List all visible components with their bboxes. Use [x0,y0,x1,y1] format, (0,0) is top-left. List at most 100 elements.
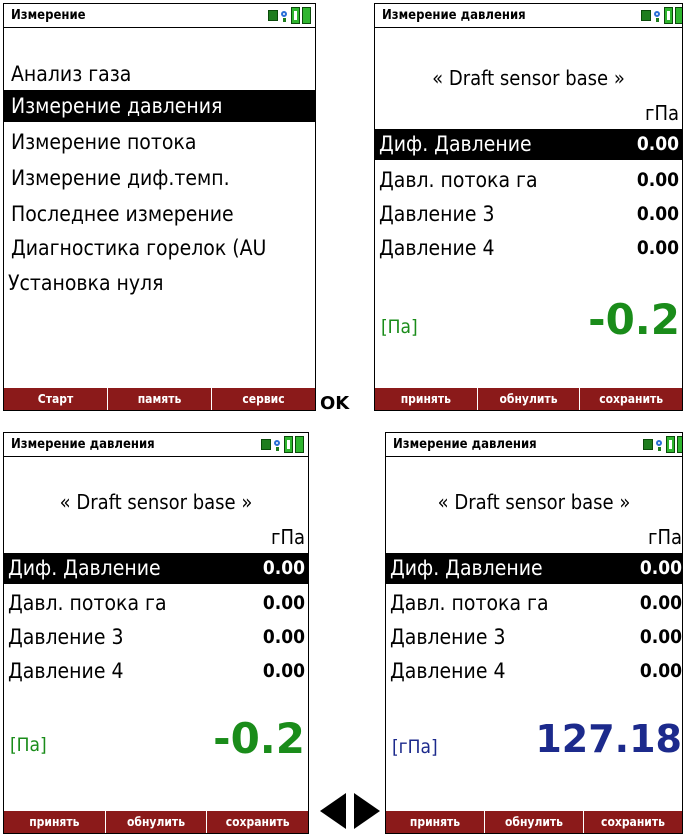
row-pressure-3[interactable]: Давление 3 0.00 [386,622,682,653]
menu-item-pressure[interactable]: Измерение давления [4,90,315,122]
screen-pressure-3: Измерение давления « Draft sensor base »… [385,432,683,834]
battery-icon [675,7,682,24]
battery-icon [284,436,293,453]
screen-title: Измерение давления [382,8,526,23]
row-pressure-4[interactable]: Давление 4 0.00 [375,233,682,264]
row-label: Давление 3 [8,625,124,649]
menu-item-gas-analysis[interactable]: Анализ газа [4,58,315,90]
row-label: Диф. Давление [8,556,161,580]
status-icons [261,436,304,453]
status-square-icon [268,10,278,21]
row-value: 0.00 [636,237,679,259]
row-value: 0.00 [262,660,305,682]
row-label: Давление 3 [390,625,506,649]
row-label: Диф. Давление [379,132,532,156]
menu-item-burner-diagnostics[interactable]: Диагностика горелок (AU [4,232,315,264]
menu-item-last-measurement[interactable]: Последнее измерение [4,198,315,230]
wifi-icon [280,9,289,23]
softkey-zero[interactable]: обнулить [476,388,580,410]
row-diff-pressure[interactable]: Диф. Давление 0.00 [386,553,682,584]
row-label: Диф. Давление [390,556,543,580]
ok-label: OK [320,393,350,414]
battery-icon [302,7,311,24]
softkey-save[interactable]: сохранить [583,811,682,833]
softkey-accept[interactable]: принять [4,811,105,833]
row-label: Давление 4 [390,659,506,683]
row-diff-pressure[interactable]: Диф. Давление 0.00 [4,553,308,584]
softkey-bar: принять обнулить сохранить [4,811,308,833]
title-bar: Измерение давления [375,4,682,28]
row-label: Давл. потока га [8,591,167,615]
navigation-arrows [320,793,380,829]
softkey-save[interactable]: сохранить [579,388,682,410]
big-value: -0.2 [213,714,305,763]
sensor-subtitle: « Draft sensor base » [432,66,625,90]
status-icons [268,7,311,24]
sensor-subtitle: « Draft sensor base » [59,490,253,514]
big-value: 127.18 [535,717,682,761]
softkey-accept[interactable]: принять [375,388,477,410]
status-icons [641,7,682,24]
row-pressure-3[interactable]: Давление 3 0.00 [375,199,682,230]
row-value: 0.00 [262,557,305,579]
big-value: -0.2 [588,295,680,344]
row-value: 0.00 [262,626,305,648]
status-icons [643,436,682,453]
softkey-save[interactable]: сохранить [206,811,308,833]
wifi-icon [653,9,662,23]
title-bar: Измерение [4,4,315,28]
battery-icon [664,7,673,24]
big-unit-label: [Па] [10,734,47,756]
row-value: 0.00 [262,592,305,614]
row-value: 0.00 [639,660,682,682]
screen-pressure-1: Измерение давления « Draft sensor base »… [374,3,683,411]
softkey-zero[interactable]: обнулить [104,811,207,833]
unit-header: гПа [270,525,305,549]
menu-item-flow[interactable]: Измерение потока [4,126,315,158]
row-value: 0.00 [639,557,682,579]
status-square-icon [643,439,653,450]
menu-item-zero-setting[interactable]: Установка нуля [4,267,315,299]
softkey-service[interactable]: сервис [211,388,315,410]
row-pressure-3[interactable]: Давление 3 0.00 [4,622,308,653]
status-square-icon [261,439,271,450]
row-flow-pressure[interactable]: Давл. потока га 0.00 [4,588,308,619]
row-pressure-4[interactable]: Давление 4 0.00 [4,656,308,687]
softkey-bar: принять обнулить сохранить [386,811,682,833]
row-label: Давление 4 [379,236,495,260]
battery-icon [291,7,300,24]
screen-title: Измерение давления [11,437,155,452]
softkey-bar: принять обнулить сохранить [375,388,682,410]
wifi-icon [273,438,282,452]
left-arrow-icon [320,793,346,829]
softkey-accept[interactable]: принять [386,811,484,833]
softkey-bar: Старт память сервис [4,388,315,410]
row-value: 0.00 [636,169,679,191]
battery-icon [677,436,682,453]
row-value: 0.00 [636,133,679,155]
status-square-icon [641,10,651,21]
title-bar: Измерение давления [386,433,682,457]
wifi-icon [655,438,664,452]
screen-title: Измерение давления [393,437,537,452]
row-value: 0.00 [639,592,682,614]
screen-menu: Измерение Анализ газа Измерение давления… [3,3,316,411]
row-flow-pressure[interactable]: Давл. потока га 0.00 [386,588,682,619]
row-value: 0.00 [636,203,679,225]
softkey-zero[interactable]: обнулить [484,811,583,833]
screen-title: Измерение [11,8,86,23]
row-pressure-4[interactable]: Давление 4 0.00 [386,656,682,687]
row-label: Давл. потока га [390,591,549,615]
softkey-start[interactable]: Старт [4,388,107,410]
menu-item-diff-temp[interactable]: Измерение диф.темп. [4,162,315,194]
big-unit-label: [Па] [381,316,418,338]
battery-icon [295,436,304,453]
big-unit-label: [гПа] [392,736,438,758]
row-label: Давл. потока га [379,168,538,192]
screen-pressure-2: Измерение давления « Draft sensor base »… [3,432,309,834]
row-flow-pressure[interactable]: Давл. потока га 0.00 [375,165,682,196]
row-diff-pressure[interactable]: Диф. Давление 0.00 [375,129,682,160]
row-label: Давление 4 [8,659,124,683]
row-label: Давление 3 [379,202,495,226]
softkey-memory[interactable]: память [107,388,211,410]
